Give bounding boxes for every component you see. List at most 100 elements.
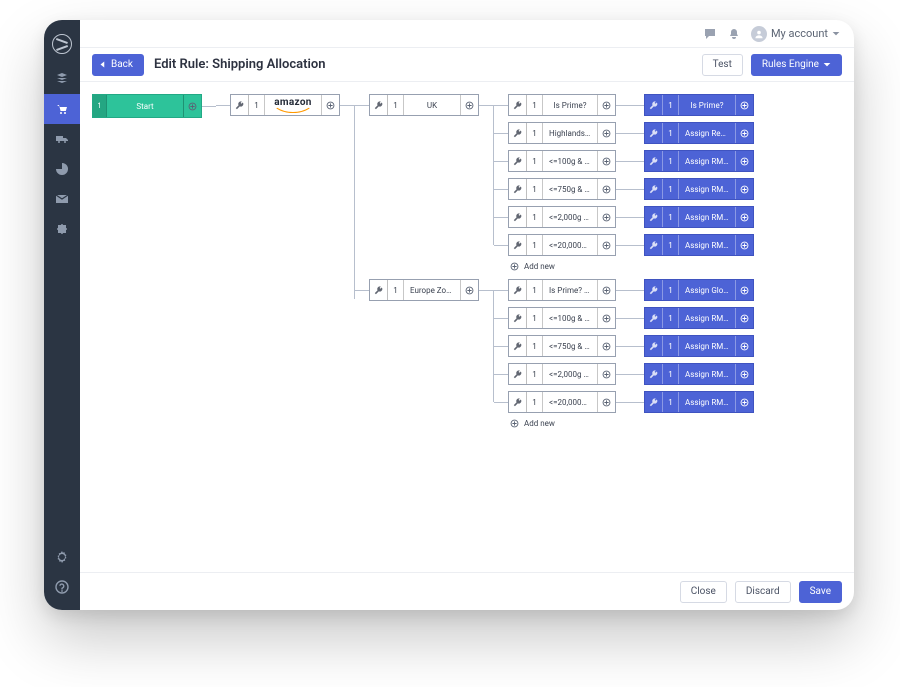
- region-node-index: 1: [388, 95, 404, 115]
- add-child-button[interactable]: [597, 235, 615, 255]
- add-child-button[interactable]: [597, 123, 615, 143]
- sidebar-item-integrations[interactable]: [44, 214, 80, 244]
- wrench-icon[interactable]: [645, 364, 663, 384]
- region-node[interactable]: 1 UK: [369, 94, 479, 116]
- add-child-button[interactable]: [597, 280, 615, 300]
- add-child-button[interactable]: [597, 308, 615, 328]
- wrench-icon[interactable]: [509, 151, 527, 171]
- add-child-button[interactable]: [597, 392, 615, 412]
- add-child-button[interactable]: [735, 364, 753, 384]
- add-child-button[interactable]: [735, 280, 753, 300]
- wrench-icon[interactable]: [509, 235, 527, 255]
- add-child-button[interactable]: [597, 207, 615, 227]
- account-menu[interactable]: My account: [751, 26, 840, 42]
- action-node[interactable]: 1 Assign RM Large Letter: [644, 335, 754, 357]
- action-node[interactable]: 1 Assign Global Express: [644, 279, 754, 301]
- wrench-icon[interactable]: [509, 207, 527, 227]
- wrench-icon[interactable]: [370, 280, 388, 300]
- wrench-icon[interactable]: [509, 95, 527, 115]
- action-node[interactable]: 1 Assign RM Small Parcel: [644, 206, 754, 228]
- wrench-icon[interactable]: [509, 336, 527, 356]
- wrench-icon[interactable]: [370, 95, 388, 115]
- add-child-button[interactable]: [597, 151, 615, 171]
- condition-node[interactable]: 1 <=750g & Dimensions: [508, 178, 616, 200]
- rule-canvas[interactable]: 1 Start 1 amazon 1 UK: [80, 82, 854, 572]
- action-node[interactable]: 1 Assign RM Large Letter: [644, 178, 754, 200]
- region-node-index: 1: [388, 280, 404, 300]
- action-node[interactable]: 1 Assign RM Letter: [644, 150, 754, 172]
- action-node[interactable]: 1 Assign RM Medium Parcel: [644, 391, 754, 413]
- wrench-icon[interactable]: [645, 151, 663, 171]
- condition-node[interactable]: 1 <=20,000g & Dimensions: [508, 234, 616, 256]
- wrench-icon[interactable]: [509, 179, 527, 199]
- condition-node[interactable]: 1 <=750g & Dimensions: [508, 335, 616, 357]
- add-child-button[interactable]: [735, 308, 753, 328]
- add-child-button[interactable]: [735, 235, 753, 255]
- sidebar-item-orders[interactable]: [44, 94, 80, 124]
- add-child-button[interactable]: [735, 179, 753, 199]
- discard-button[interactable]: Discard: [735, 581, 791, 603]
- channel-node[interactable]: 1 amazon: [230, 94, 340, 116]
- chat-icon[interactable]: [703, 27, 717, 41]
- condition-node[interactable]: 1 <=20,000g & Dimensions: [508, 391, 616, 413]
- sidebar-item-reports[interactable]: [44, 154, 80, 184]
- add-child-button[interactable]: [183, 95, 201, 117]
- sidebar-item-settings[interactable]: [44, 542, 80, 572]
- add-child-button[interactable]: [460, 280, 478, 300]
- add-child-button[interactable]: [735, 336, 753, 356]
- sidebar-item-messages[interactable]: [44, 184, 80, 214]
- wrench-icon[interactable]: [645, 392, 663, 412]
- wrench-icon[interactable]: [509, 364, 527, 384]
- add-child-button[interactable]: [597, 364, 615, 384]
- condition-node[interactable]: 1 Highlands & Islands: [508, 122, 616, 144]
- action-node[interactable]: 1 Assign RM Small Parcel: [644, 363, 754, 385]
- add-child-button[interactable]: [735, 95, 753, 115]
- rules-engine-dropdown[interactable]: Rules Engine: [751, 54, 842, 76]
- condition-node[interactable]: 1 <=2,000g & Dimensions: [508, 363, 616, 385]
- add-new-button[interactable]: Add new: [510, 419, 754, 428]
- add-child-button[interactable]: [735, 207, 753, 227]
- add-child-button[interactable]: [460, 95, 478, 115]
- wrench-icon[interactable]: [645, 123, 663, 143]
- condition-node[interactable]: 1 <=100g & Dimensions: [508, 150, 616, 172]
- add-child-button[interactable]: [597, 95, 615, 115]
- add-child-button[interactable]: [735, 151, 753, 171]
- wrench-icon[interactable]: [231, 95, 249, 115]
- add-child-button[interactable]: [735, 392, 753, 412]
- wrench-icon[interactable]: [645, 95, 663, 115]
- region-node[interactable]: 1 Europe Zone 1: [369, 279, 479, 301]
- add-child-button[interactable]: [597, 179, 615, 199]
- add-child-button[interactable]: [735, 123, 753, 143]
- start-node[interactable]: 1 Start: [92, 94, 202, 118]
- action-node[interactable]: 1 Assign RM Medium Parcel: [644, 234, 754, 256]
- sidebar-item-help[interactable]: [44, 572, 80, 602]
- condition-node[interactable]: 1 Is Prime?: [508, 94, 616, 116]
- close-button[interactable]: Close: [680, 581, 727, 603]
- wrench-icon[interactable]: [645, 308, 663, 328]
- wrench-icon[interactable]: [509, 123, 527, 143]
- wrench-icon[interactable]: [509, 392, 527, 412]
- wrench-icon[interactable]: [645, 179, 663, 199]
- condition-node[interactable]: 1 Is Prime? (Europe 1): [508, 279, 616, 301]
- wrench-icon[interactable]: [645, 280, 663, 300]
- condition-node[interactable]: 1 <=100g & Dimensions: [508, 307, 616, 329]
- wrench-icon[interactable]: [645, 207, 663, 227]
- action-node[interactable]: 1 Assign RM Letter: [644, 307, 754, 329]
- add-child-button[interactable]: [321, 95, 339, 115]
- wrench-icon[interactable]: [645, 336, 663, 356]
- save-button[interactable]: Save: [799, 581, 842, 603]
- sidebar-item-overview[interactable]: [44, 64, 80, 94]
- action-node[interactable]: 1 Is Prime?: [644, 94, 754, 116]
- action-node-index: 1: [663, 151, 679, 171]
- bell-icon[interactable]: [727, 27, 741, 41]
- wrench-icon[interactable]: [645, 235, 663, 255]
- add-new-button[interactable]: Add new: [510, 262, 754, 271]
- wrench-icon[interactable]: [509, 280, 527, 300]
- add-child-button[interactable]: [597, 336, 615, 356]
- sidebar-item-shipping[interactable]: [44, 124, 80, 154]
- wrench-icon[interactable]: [509, 308, 527, 328]
- test-button[interactable]: Test: [702, 54, 743, 76]
- back-button[interactable]: Back: [92, 54, 144, 76]
- condition-node[interactable]: 1 <=2,000g & Dimensions: [508, 206, 616, 228]
- action-node[interactable]: 1 Assign Review Shipping ...: [644, 122, 754, 144]
